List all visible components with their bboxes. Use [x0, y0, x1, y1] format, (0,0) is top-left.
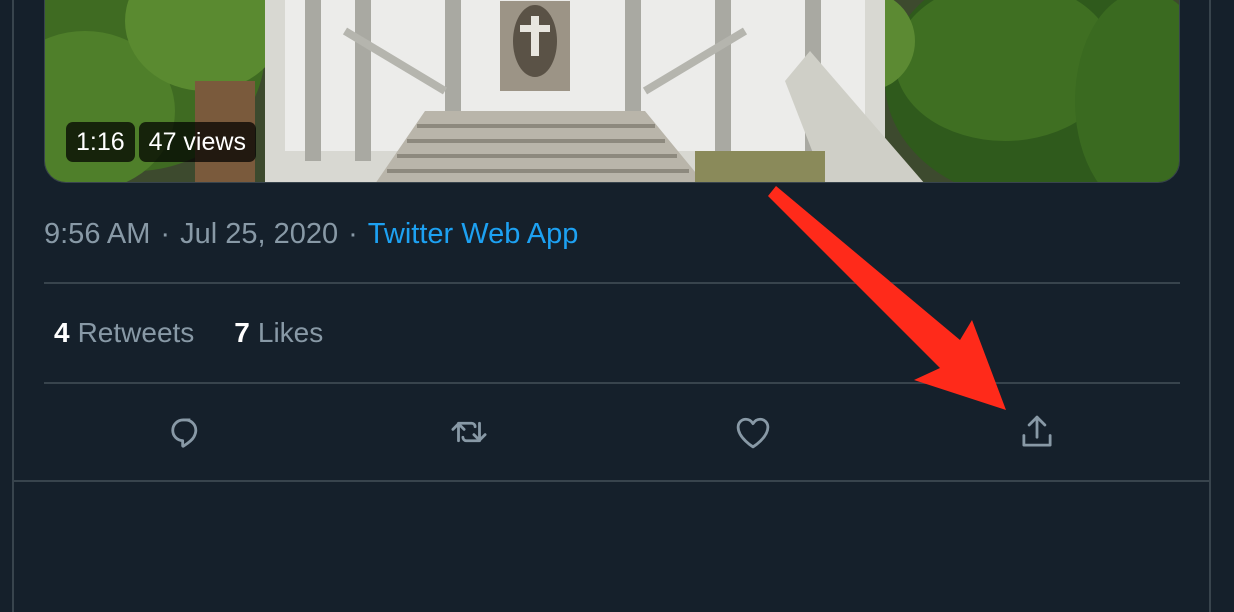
video-view-count: 47 views [138, 122, 256, 162]
likes-label: Likes [257, 317, 324, 348]
retweets-count: 4 [54, 317, 70, 348]
meta-separator: · [160, 218, 171, 250]
tweet-stats: 4 Retweets 7 Likes [54, 313, 363, 353]
reply-button[interactable] [161, 408, 209, 456]
meta-separator: · [348, 218, 358, 250]
heart-icon [736, 417, 770, 449]
retweet-icon [451, 421, 487, 443]
reply-icon [171, 418, 198, 448]
tweet-source-link[interactable]: Twitter Web App [368, 218, 579, 250]
like-button[interactable] [729, 408, 777, 456]
retweets-stat[interactable]: 4 Retweets [54, 313, 194, 353]
column-border-right [1209, 0, 1211, 612]
share-button[interactable] [1013, 408, 1061, 456]
tweet-time[interactable]: 9:56 AM [44, 218, 150, 250]
divider [44, 382, 1180, 384]
tweet-detail-page: 1:16 47 views 9:56 AM · Jul 25, 2020 · Twitt… [0, 0, 1234, 612]
retweet-button[interactable] [445, 408, 493, 456]
divider [44, 282, 1180, 284]
share-icon [1022, 415, 1052, 447]
retweets-label: Retweets [77, 317, 195, 348]
divider [14, 480, 1209, 482]
likes-stat[interactable]: 7 Likes [234, 313, 323, 353]
tweet-date[interactable]: Jul 25, 2020 [180, 218, 338, 250]
likes-count: 7 [234, 317, 250, 348]
video-badges: 1:16 47 views [66, 122, 256, 162]
video-duration: 1:16 [66, 122, 135, 162]
tweet-meta: 9:56 AM · Jul 25, 2020 · Twitter Web App [44, 214, 578, 254]
column-border-left [12, 0, 14, 612]
